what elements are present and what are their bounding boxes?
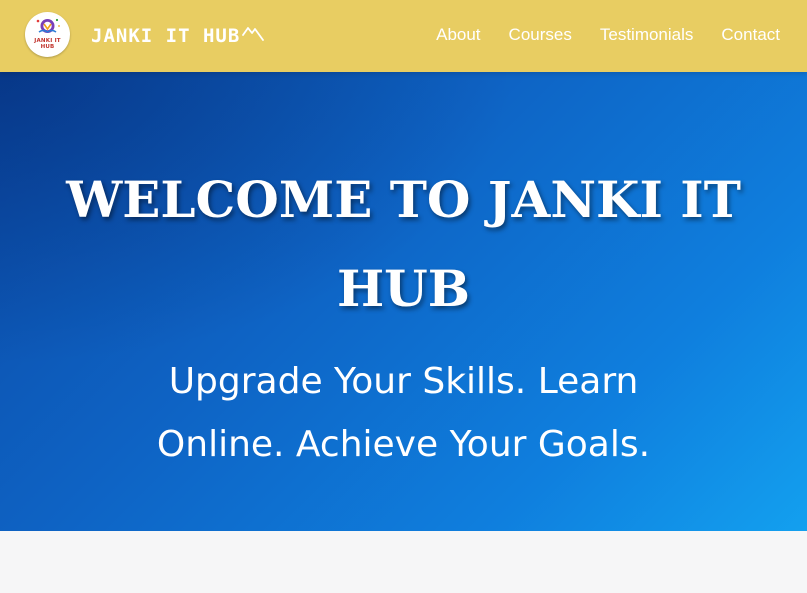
brand[interactable]: JANKI IT HUB xyxy=(91,23,265,49)
hero-section: WELCOME TO JANKI IT HUB Upgrade Your Ski… xyxy=(0,72,807,531)
nav-link-contact[interactable]: Contact xyxy=(721,24,780,46)
hero-subtitle-line1: Upgrade Your Skills. Learn xyxy=(168,361,639,402)
page: JANKI IT HUB JANKI IT HUB About Courses … xyxy=(0,0,807,593)
hero-subtitle-line2: Online. Achieve Your Goals. xyxy=(156,424,651,465)
hero-title-line1: WELCOME TO JANKI IT xyxy=(66,170,741,229)
logo-badge[interactable]: JANKI IT HUB xyxy=(25,12,70,57)
nav-link-testimonials[interactable]: Testimonials xyxy=(600,24,694,46)
peak-mark-icon xyxy=(242,27,265,41)
nav-link-about[interactable]: About xyxy=(436,24,480,46)
hero-subtitle: Upgrade Your Skills. Learn Online. Achie… xyxy=(90,350,717,476)
content-area xyxy=(0,531,807,593)
bulb-book-logo-icon xyxy=(36,18,60,33)
logo-text-line2: HUB xyxy=(40,44,55,50)
brand-name: JANKI IT HUB xyxy=(91,25,241,47)
nav-link-courses[interactable]: Courses xyxy=(509,24,572,46)
hero-title-line2: HUB xyxy=(336,259,471,318)
main-nav: About Courses Testimonials Contact xyxy=(436,24,780,46)
site-header: JANKI IT HUB JANKI IT HUB About Courses … xyxy=(0,0,807,72)
